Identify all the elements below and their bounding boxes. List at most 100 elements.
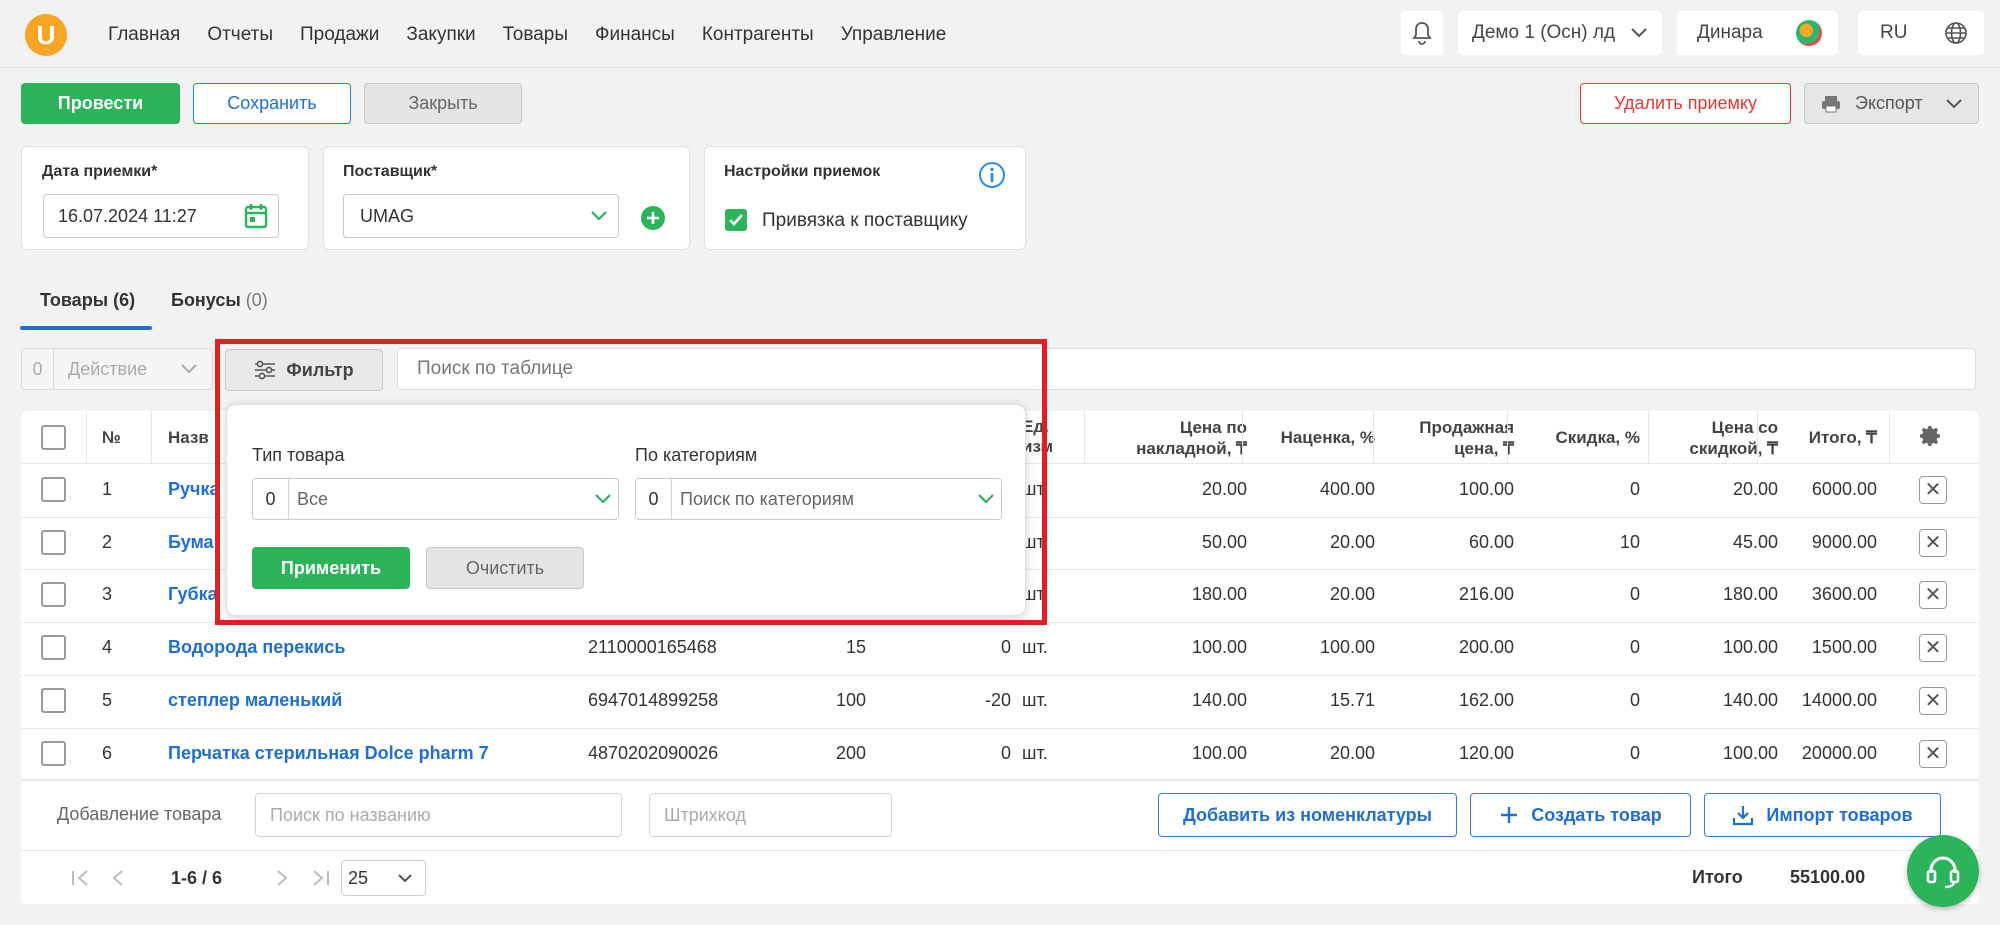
row-checkbox[interactable] bbox=[41, 687, 66, 713]
export-button[interactable]: Экспорт bbox=[1804, 83, 1979, 124]
row-quantity[interactable]: 200 bbox=[761, 743, 866, 764]
product-name-link[interactable]: Бума bbox=[168, 532, 214, 553]
product-name-link[interactable]: степлер маленький bbox=[168, 690, 342, 711]
barcode-input[interactable] bbox=[649, 793, 892, 837]
row-markup[interactable]: 15.71 bbox=[1251, 690, 1375, 711]
support-chat-button[interactable] bbox=[1907, 835, 1979, 907]
notifications-button[interactable] bbox=[1401, 11, 1443, 55]
product-name-link[interactable]: Перчатка стерильная Dolce pharm 7 bbox=[168, 743, 489, 764]
row-invoice-price[interactable]: 180.00 bbox=[1096, 584, 1247, 605]
first-page-icon[interactable] bbox=[70, 868, 92, 888]
product-name-link[interactable]: Водорода перекись bbox=[168, 637, 345, 658]
remove-row-button[interactable]: ✕ bbox=[1919, 581, 1947, 610]
product-name-link[interactable]: Губка bbox=[168, 584, 218, 605]
remove-row-button[interactable]: ✕ bbox=[1919, 528, 1947, 557]
row-sale-price[interactable]: 60.00 bbox=[1383, 532, 1514, 553]
prev-page-icon[interactable] bbox=[110, 868, 126, 888]
product-name-search-input[interactable] bbox=[255, 793, 622, 837]
row-discounted-price: 100.00 bbox=[1722, 637, 1778, 658]
select-all-checkbox[interactable] bbox=[41, 425, 66, 450]
top-navigation-bar: U Главная Отчеты Продажи Закупки Товары … bbox=[0, 0, 2000, 68]
row-checkbox[interactable] bbox=[41, 582, 66, 608]
tab-bonuses[interactable]: Бонусы (0) bbox=[171, 290, 268, 311]
row-checkbox[interactable] bbox=[41, 529, 66, 555]
plus-icon bbox=[1501, 807, 1518, 823]
row-markup[interactable]: 400.00 bbox=[1251, 479, 1375, 500]
row-markup[interactable]: 100.00 bbox=[1251, 637, 1375, 658]
supplier-select[interactable]: UMAG bbox=[343, 194, 619, 238]
row-invoice-price[interactable]: 20.00 bbox=[1096, 479, 1247, 500]
nav-item-finance[interactable]: Финансы bbox=[595, 24, 675, 46]
row-discount[interactable]: 0 bbox=[1516, 479, 1640, 500]
page-size-select[interactable]: 25 bbox=[341, 860, 426, 896]
row-sale-price[interactable]: 100.00 bbox=[1383, 479, 1514, 500]
header-sale-price[interactable]: Продажная цена, ₸ bbox=[1383, 417, 1514, 459]
nav-item-management[interactable]: Управление bbox=[841, 24, 947, 46]
nav-item-goods[interactable]: Товары bbox=[503, 24, 568, 46]
post-button[interactable]: Провести bbox=[21, 83, 180, 124]
row-discount[interactable]: 0 bbox=[1516, 743, 1640, 764]
delete-receipt-button[interactable]: Удалить приемку bbox=[1580, 83, 1791, 124]
row-discount[interactable]: 0 bbox=[1516, 690, 1640, 711]
row-invoice-price[interactable]: 50.00 bbox=[1096, 532, 1247, 553]
remove-row-button[interactable]: ✕ bbox=[1919, 476, 1947, 504]
header-discount[interactable]: Скидка, % bbox=[1516, 428, 1640, 448]
company-name: Демо 1 (Осн) лд bbox=[1472, 22, 1616, 43]
row-sale-price[interactable]: 120.00 bbox=[1383, 743, 1514, 764]
calendar-icon[interactable] bbox=[244, 203, 268, 229]
remove-row-button[interactable]: ✕ bbox=[1919, 686, 1947, 715]
row-checkbox[interactable] bbox=[41, 740, 66, 766]
row-discount[interactable]: 10 bbox=[1516, 532, 1640, 553]
bind-supplier-checkbox[interactable] bbox=[725, 209, 747, 231]
row-invoice-price[interactable]: 140.00 bbox=[1096, 690, 1247, 711]
app-logo[interactable]: U bbox=[25, 14, 67, 56]
next-page-icon[interactable] bbox=[274, 868, 290, 888]
row-discount[interactable]: 0 bbox=[1516, 637, 1640, 658]
close-button[interactable]: Закрыть bbox=[364, 83, 522, 124]
row-sale-price[interactable]: 200.00 bbox=[1383, 637, 1514, 658]
nav-item-sales[interactable]: Продажи bbox=[300, 24, 379, 46]
row-invoice-price[interactable]: 100.00 bbox=[1096, 637, 1247, 658]
row-markup[interactable]: 20.00 bbox=[1251, 743, 1375, 764]
receipt-settings-label: Настройки приемок bbox=[724, 163, 881, 180]
last-page-icon[interactable] bbox=[309, 868, 331, 888]
language-selector[interactable]: RU bbox=[1858, 11, 1984, 55]
save-button[interactable]: Сохранить bbox=[193, 83, 351, 124]
header-discounted-price[interactable]: Цена со скидкой, ₸ bbox=[1657, 417, 1778, 459]
add-from-nomenclature-button[interactable]: Добавить из номенклатуры bbox=[1158, 793, 1457, 837]
row-sale-price[interactable]: 162.00 bbox=[1383, 690, 1514, 711]
user-menu[interactable]: Динара bbox=[1677, 11, 1838, 55]
nav-item-home[interactable]: Главная bbox=[108, 24, 180, 46]
nav-item-counterparties[interactable]: Контрагенты bbox=[702, 24, 814, 46]
row-discount[interactable]: 0 bbox=[1516, 584, 1640, 605]
bulk-action-select[interactable]: 0 Действие bbox=[21, 348, 213, 390]
import-products-button[interactable]: Импорт товаров bbox=[1704, 793, 1941, 837]
nav-item-reports[interactable]: Отчеты bbox=[207, 24, 273, 46]
remove-row-button[interactable]: ✕ bbox=[1919, 634, 1947, 663]
header-name[interactable]: Назв bbox=[168, 428, 209, 448]
row-sale-price[interactable]: 216.00 bbox=[1383, 584, 1514, 605]
row-discounted-price: 45.00 bbox=[1732, 531, 1778, 552]
tab-goods[interactable]: Товары (6) bbox=[40, 290, 135, 311]
row-quantity[interactable]: 15 bbox=[761, 637, 866, 658]
row-invoice-price[interactable]: 100.00 bbox=[1096, 743, 1247, 764]
header-invoice-price[interactable]: Цена по накладной, ₸ bbox=[1096, 417, 1247, 459]
row-checkbox[interactable] bbox=[41, 477, 66, 502]
row-quantity[interactable]: 100 bbox=[761, 690, 866, 711]
grand-total-label: Итого bbox=[1692, 867, 1743, 887]
receipt-date-field[interactable]: 16.07.2024 11:27 bbox=[43, 194, 279, 238]
row-markup[interactable]: 20.00 bbox=[1251, 584, 1375, 605]
row-checkbox[interactable] bbox=[41, 635, 66, 661]
nav-item-purchases[interactable]: Закупки bbox=[406, 24, 475, 46]
row-markup[interactable]: 20.00 bbox=[1251, 532, 1375, 553]
header-markup[interactable]: Наценка, % bbox=[1251, 428, 1375, 448]
header-total[interactable]: Итого, ₸ bbox=[1767, 428, 1877, 448]
info-icon[interactable] bbox=[978, 161, 1006, 189]
remove-row-button[interactable]: ✕ bbox=[1919, 739, 1947, 768]
product-name-link[interactable]: Ручка bbox=[168, 479, 220, 500]
create-product-button[interactable]: Создать товар bbox=[1470, 793, 1691, 837]
company-selector[interactable]: Демо 1 (Осн) лд bbox=[1458, 11, 1662, 55]
add-supplier-icon[interactable] bbox=[640, 205, 666, 231]
gear-icon[interactable] bbox=[1919, 424, 1943, 448]
chevron-down-icon bbox=[1631, 28, 1647, 38]
